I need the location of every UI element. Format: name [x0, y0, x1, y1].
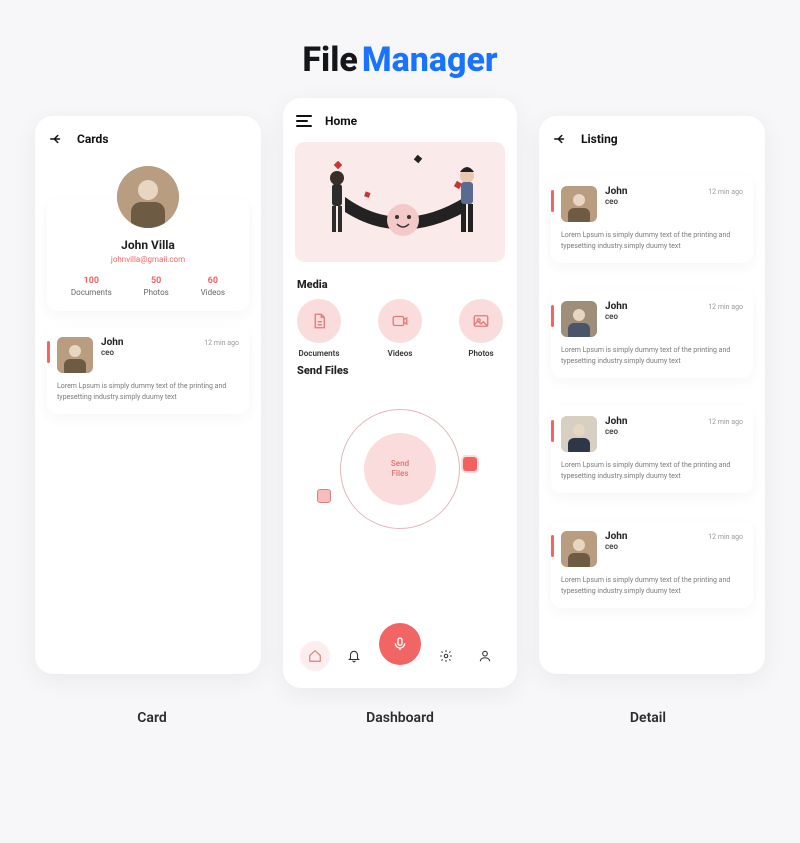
send-heading: Send Files: [297, 364, 505, 377]
send-files-area: Send Files: [295, 389, 505, 549]
nav-home[interactable]: [300, 641, 330, 671]
stat-label: Videos: [201, 288, 225, 297]
nav-notifications[interactable]: [339, 641, 369, 671]
listing-column: Johnceo12 min agoLorem Lpsum is simply d…: [551, 160, 753, 608]
accent-bar: [551, 535, 554, 557]
avatar: [561, 186, 597, 222]
caption-card: Card: [39, 710, 265, 726]
title-part1: File: [302, 40, 357, 80]
screens-row: Cards John Villa johnvilla@gmail.com 100…: [30, 116, 770, 688]
item-role: ceo: [605, 312, 627, 321]
phone-card: Cards John Villa johnvilla@gmail.com 100…: [35, 116, 261, 674]
stat-photos: 50 Photos: [144, 276, 169, 297]
item-name: John: [605, 416, 627, 427]
item-name: John: [605, 301, 627, 312]
item-body: Lorem Lpsum is simply dummy text of the …: [57, 381, 239, 402]
item-name: John: [605, 186, 627, 197]
stat-value: 60: [201, 276, 225, 286]
bell-icon: [347, 649, 361, 663]
item-role: ceo: [605, 197, 627, 206]
photo-icon: [472, 312, 490, 330]
list-item[interactable]: John ceo 12 min ago Lorem Lpsum is simpl…: [47, 327, 249, 414]
stat-videos: 60 Videos: [201, 276, 225, 297]
page-title: File Manager: [30, 40, 770, 80]
send-files-button[interactable]: Send Files: [364, 433, 436, 505]
item-role: ceo: [605, 427, 627, 436]
item-time: 12 min ago: [204, 337, 239, 347]
user-icon: [478, 649, 492, 663]
home-icon: [308, 649, 322, 663]
stat-documents: 100 Documents: [71, 276, 112, 297]
nav-profile[interactable]: [470, 641, 500, 671]
avatar: [561, 416, 597, 452]
media-label: Documents: [299, 349, 340, 358]
list-item[interactable]: Johnceo 12 min ago Lorem Lpsum is simply d…: [551, 521, 753, 608]
stat-value: 100: [71, 276, 112, 286]
hero-illustration: [295, 142, 505, 262]
menu-icon[interactable]: [295, 112, 313, 130]
item-role: ceo: [605, 542, 627, 551]
avatar: [57, 337, 93, 373]
item-role: ceo: [101, 348, 123, 357]
profile-card: John Villa johnvilla@gmail.com 100 Docum…: [47, 200, 249, 311]
listing-header: Listing: [551, 130, 753, 148]
media-row: Documents Videos Photos: [295, 299, 505, 358]
nav-settings[interactable]: [431, 641, 461, 671]
item-name: John: [101, 337, 123, 348]
dashboard-header: Home: [295, 112, 505, 130]
gear-icon: [439, 649, 453, 663]
send-label: Send Files: [391, 459, 409, 480]
profile-email: johnvilla@gmail.com: [55, 255, 241, 264]
dashboard-header-title: Home: [325, 114, 357, 128]
item-body: Lorem Lpsum is simply dummy text of the …: [561, 460, 743, 481]
listing-header-title: Listing: [581, 132, 618, 146]
list-item[interactable]: Johnceo 12 min ago Lorem Lpsum is simply d…: [551, 406, 753, 493]
stat-label: Documents: [71, 288, 112, 297]
item-name: John: [605, 531, 627, 542]
avatar: [561, 531, 597, 567]
title-part2: Manager: [362, 40, 498, 80]
avatar: [117, 166, 179, 228]
item-body: Lorem Lpsum is simply dummy text of the …: [561, 230, 743, 251]
mic-button[interactable]: [379, 623, 421, 665]
node-icon: [463, 457, 477, 471]
item-time: 12 min ago: [708, 531, 743, 541]
item-time: 12 min ago: [708, 186, 743, 196]
phone-dashboard: Home: [283, 98, 517, 688]
bottom-nav: [295, 634, 505, 678]
list-item[interactable]: Johnceo 12 min ago Lorem Lpsum is simply d…: [551, 176, 753, 263]
captions: Card Dashboard Detail: [30, 710, 770, 726]
caption-dashboard: Dashboard: [283, 710, 517, 726]
item-time: 12 min ago: [708, 301, 743, 311]
card-header-title: Cards: [77, 132, 108, 146]
media-heading: Media: [297, 278, 505, 291]
media-label: Videos: [388, 349, 413, 358]
document-icon: [310, 312, 328, 330]
caption-detail: Detail: [535, 710, 761, 726]
profile-name: John Villa: [55, 238, 241, 252]
profile-stats: 100 Documents 50 Photos 60 Videos: [55, 276, 241, 297]
node-icon: [317, 489, 331, 503]
phone-listing: Listing Johnceo12 min agoLorem Lpsum is …: [539, 116, 765, 674]
item-time: 12 min ago: [708, 416, 743, 426]
back-icon[interactable]: [551, 130, 569, 148]
media-label: Photos: [468, 349, 493, 358]
stat-value: 50: [144, 276, 169, 286]
card-header: Cards: [47, 130, 249, 148]
item-body: Lorem Lpsum is simply dummy text of the …: [561, 575, 743, 596]
media-photos[interactable]: Photos: [459, 299, 503, 358]
accent-bar: [551, 305, 554, 327]
accent-bar: [47, 341, 50, 363]
list-item[interactable]: Johnceo 12 min ago Lorem Lpsum is simply d…: [551, 291, 753, 378]
accent-bar: [551, 420, 554, 442]
item-body: Lorem Lpsum is simply dummy text of the …: [561, 345, 743, 366]
media-videos[interactable]: Videos: [378, 299, 422, 358]
accent-bar: [551, 190, 554, 212]
back-icon[interactable]: [47, 130, 65, 148]
avatar: [561, 301, 597, 337]
stat-label: Photos: [144, 288, 169, 297]
mic-icon: [392, 636, 408, 652]
media-documents[interactable]: Documents: [297, 299, 341, 358]
video-icon: [391, 312, 409, 330]
